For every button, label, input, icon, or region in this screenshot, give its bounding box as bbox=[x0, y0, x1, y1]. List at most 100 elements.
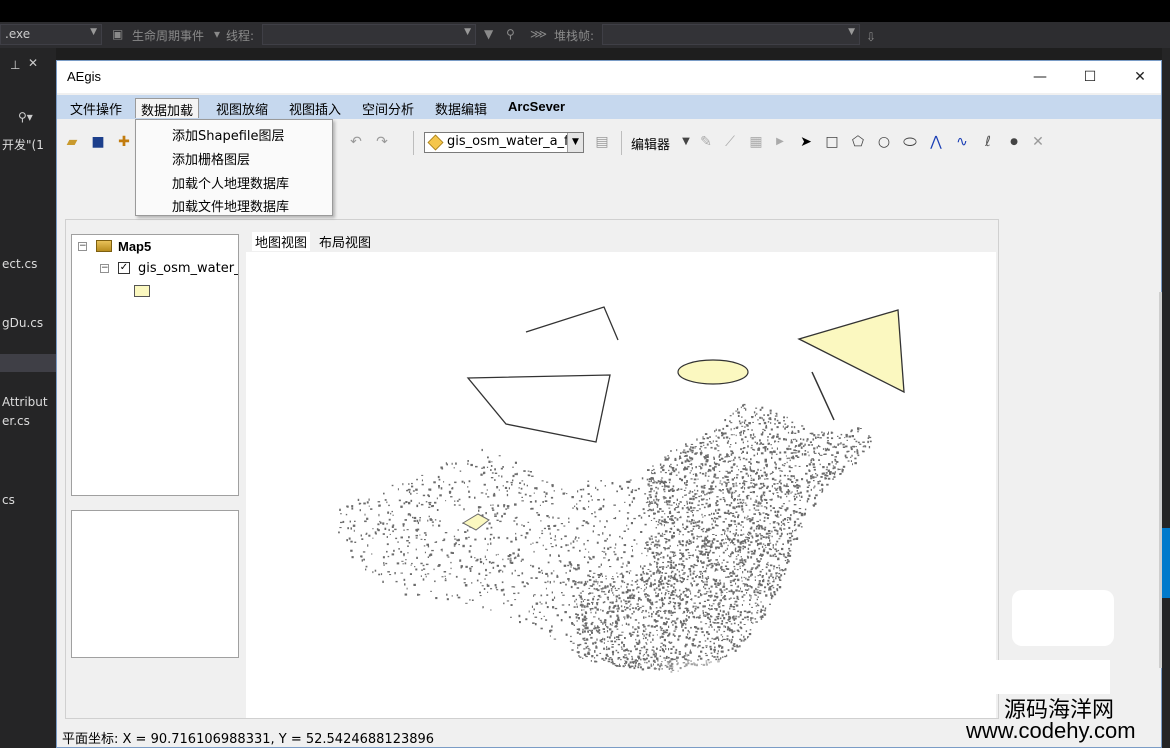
ide-file-item[interactable]: cs bbox=[2, 493, 15, 507]
point-icon[interactable]: ● bbox=[1005, 133, 1023, 151]
water-feature-dot bbox=[531, 475, 534, 477]
water-feature-dot bbox=[757, 502, 759, 505]
edit-pencil-icon[interactable]: ✎ bbox=[697, 133, 715, 151]
water-feature-dot bbox=[741, 476, 745, 478]
water-feature-dot bbox=[445, 462, 447, 465]
water-feature-dot bbox=[627, 596, 629, 599]
water-feature-dot bbox=[768, 589, 771, 591]
filter-toggle-icon[interactable]: ⚲ bbox=[506, 27, 515, 41]
menu-spatial-analysis[interactable]: 空间分析 bbox=[357, 98, 419, 118]
menu-view-zoom[interactable]: 视图放缩 bbox=[211, 98, 273, 118]
water-feature-dot bbox=[753, 483, 755, 485]
ide-file-item[interactable]: er.cs bbox=[2, 414, 30, 428]
water-feature-dot bbox=[773, 593, 777, 596]
open-icon[interactable]: ▰ bbox=[63, 133, 81, 151]
water-feature-dot bbox=[661, 592, 663, 595]
layer-visibility-checkbox[interactable]: ✓ bbox=[118, 262, 130, 274]
water-feature-dot bbox=[704, 531, 708, 533]
ide-process-combo[interactable]: .exe ▼ bbox=[0, 24, 102, 45]
tab-map-view[interactable]: 地图视图 bbox=[252, 232, 311, 251]
water-feature-dot bbox=[724, 419, 727, 422]
water-feature-dot bbox=[756, 598, 758, 601]
water-feature-dot bbox=[570, 566, 572, 568]
polygon-icon[interactable]: ⬠ bbox=[849, 133, 867, 151]
ide-stack-combo[interactable]: ▼ bbox=[602, 24, 860, 45]
ide-file-item[interactable]: 开发"(1 bbox=[2, 136, 44, 153]
close-icon[interactable]: ✕ bbox=[28, 56, 38, 70]
save-icon[interactable]: ■ bbox=[89, 133, 107, 151]
water-feature-dot bbox=[615, 665, 619, 667]
water-feature-dot bbox=[773, 591, 776, 594]
undo-icon[interactable]: ↶ bbox=[347, 133, 365, 151]
water-feature-dot bbox=[686, 459, 689, 462]
overflow-icon[interactable]: ⇩ bbox=[866, 30, 876, 44]
attributes-icon[interactable]: ▦ bbox=[747, 133, 765, 151]
water-feature-dot bbox=[576, 503, 578, 505]
filter-icon[interactable]: ▼ bbox=[484, 27, 493, 41]
chevron-down-icon[interactable]: ▼ bbox=[567, 133, 583, 152]
menu-data-load[interactable]: 数据加载 bbox=[135, 98, 200, 119]
water-feature-dot bbox=[591, 601, 594, 604]
rectangle-icon[interactable]: □ bbox=[823, 133, 841, 151]
target-layer-select[interactable]: gis_osm_water_a_fr ▼ bbox=[424, 132, 584, 153]
menu-add-raster[interactable]: 添加栅格图层 bbox=[172, 149, 250, 168]
delete-icon[interactable]: ✕ bbox=[1029, 133, 1047, 151]
water-feature-dot bbox=[775, 543, 777, 546]
editor-menu[interactable]: 编辑器 bbox=[631, 134, 670, 153]
water-feature-dot bbox=[729, 605, 733, 608]
water-feature-dot bbox=[393, 549, 395, 552]
water-feature-dot bbox=[494, 513, 497, 515]
water-feature-dot bbox=[376, 528, 379, 531]
map-scrollbar[interactable] bbox=[1159, 292, 1162, 668]
pin-icon[interactable]: ⊥ bbox=[10, 58, 20, 72]
water-feature-dot bbox=[434, 580, 436, 583]
ide-file-item[interactable]: gDu.cs bbox=[2, 316, 43, 330]
tab-layout-view[interactable]: 布局视图 bbox=[316, 232, 374, 251]
redo-icon[interactable]: ↷ bbox=[373, 133, 391, 151]
menu-add-shapefile[interactable]: 添加Shapefile图层 bbox=[172, 125, 285, 144]
select-arrow-icon[interactable]: ➤ bbox=[797, 133, 815, 151]
water-feature-dot bbox=[630, 650, 632, 653]
chevron-down-icon[interactable]: ▼ bbox=[677, 133, 695, 151]
ide-thread-combo[interactable]: ▼ bbox=[262, 24, 476, 45]
freehand-icon[interactable]: ℓ bbox=[979, 133, 997, 151]
water-feature-dot bbox=[586, 599, 590, 601]
water-feature-dot bbox=[759, 519, 761, 521]
edit-vertex-icon[interactable]: ⟋ bbox=[721, 133, 739, 151]
layer-properties-icon[interactable]: ▤ bbox=[593, 133, 611, 151]
menu-load-file-gdb[interactable]: 加载文件地理数据库 bbox=[172, 196, 289, 215]
menu-arcsever[interactable]: ArcSever bbox=[503, 98, 570, 118]
maximize-button[interactable]: ☐ bbox=[1065, 61, 1115, 93]
collapse-icon[interactable]: − bbox=[78, 242, 87, 251]
minimize-button[interactable]: — bbox=[1015, 61, 1065, 93]
water-feature-dot bbox=[791, 430, 794, 433]
collapse-icon[interactable]: − bbox=[100, 264, 109, 273]
close-button[interactable]: ✕ bbox=[1115, 61, 1165, 93]
water-feature-dot bbox=[567, 549, 570, 552]
water-feature-dot bbox=[537, 513, 540, 516]
ide-lifecycle-label[interactable]: 生命周期事件 bbox=[132, 27, 204, 44]
water-feature-dot bbox=[482, 514, 484, 516]
map-canvas[interactable] bbox=[246, 252, 1162, 718]
circle-icon[interactable]: ○ bbox=[875, 133, 893, 151]
flag-icon[interactable]: ⋙ bbox=[530, 27, 547, 41]
curve-icon[interactable]: ∿ bbox=[953, 133, 971, 151]
water-feature-dot bbox=[479, 595, 482, 597]
water-feature-dot bbox=[770, 444, 772, 446]
ide-file-item[interactable]: Attribut bbox=[2, 395, 48, 409]
lifecycle-icon[interactable]: ▣ bbox=[112, 27, 123, 41]
add-data-icon[interactable]: ✚ bbox=[115, 133, 133, 151]
menu-view-insert[interactable]: 视图插入 bbox=[284, 98, 346, 118]
menu-file-ops[interactable]: 文件操作 bbox=[65, 98, 127, 118]
water-feature-dot bbox=[829, 472, 832, 474]
play-icon[interactable]: ▶ bbox=[771, 133, 789, 151]
water-feature-dot bbox=[810, 459, 812, 462]
menu-data-edit[interactable]: 数据编辑 bbox=[430, 98, 492, 118]
ellipse-icon[interactable]: ⬭ bbox=[901, 133, 919, 151]
search-icon[interactable]: ⚲▾ bbox=[18, 110, 33, 124]
polyline-icon[interactable]: ⋀ bbox=[927, 133, 945, 151]
water-feature-dot bbox=[732, 572, 736, 575]
ide-file-item[interactable]: ect.cs bbox=[2, 257, 37, 271]
menu-load-personal-gdb[interactable]: 加载个人地理数据库 bbox=[172, 173, 289, 192]
water-feature-dot bbox=[779, 527, 782, 530]
